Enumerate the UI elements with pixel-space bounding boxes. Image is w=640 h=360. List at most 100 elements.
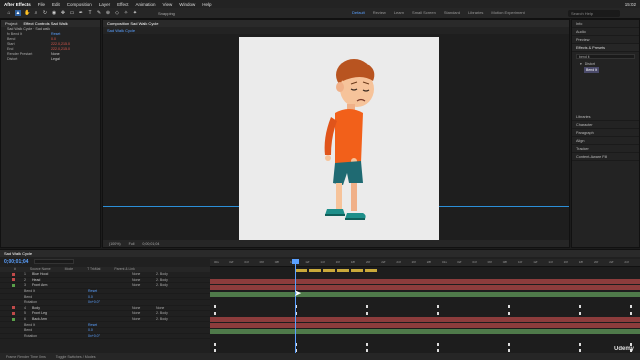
label-color-swatch[interactable] xyxy=(12,278,15,282)
home-icon[interactable]: ⌂ xyxy=(6,10,12,16)
keyframe[interactable] xyxy=(214,349,216,353)
keyframe[interactable] xyxy=(366,349,368,353)
workspace-review[interactable]: Review xyxy=(373,10,386,15)
keyframe[interactable] xyxy=(437,343,439,346)
layer-duration-bar[interactable] xyxy=(210,323,640,329)
menu-animation[interactable]: Animation xyxy=(136,2,156,7)
comp-canvas[interactable] xyxy=(239,37,439,240)
snapping-toggle[interactable]: Snapping xyxy=(158,11,175,16)
property-value[interactable]: 0.0 xyxy=(88,328,93,332)
brush-tool-icon[interactable]: ✎ xyxy=(96,10,102,16)
parent-dropdown[interactable]: 2. Body xyxy=(156,272,168,276)
comp-breadcrumb-item[interactable]: Sad Walk Cycle xyxy=(107,27,135,34)
property-value[interactable]: 0.0 xyxy=(88,295,93,299)
property-name[interactable]: Rotation xyxy=(24,334,84,338)
parent-dropdown[interactable]: None xyxy=(156,306,164,310)
rectangle-tool-icon[interactable]: ▭ xyxy=(69,10,75,16)
panel-tracker[interactable]: Tracker xyxy=(572,145,639,153)
panel-character[interactable]: Character xyxy=(572,121,639,129)
time-ruler[interactable]: 00s 02f 04f 06f 08f 10f 12f 14f 16f 18f 20f 22f 24f 2… xyxy=(210,259,640,267)
param-dropdown[interactable]: Legal xyxy=(51,57,60,62)
keyframe[interactable] xyxy=(366,305,368,309)
workspace-motion[interactable]: Motion Experiment xyxy=(491,10,524,15)
property-name[interactable]: Bend It xyxy=(24,289,84,293)
pan-behind-tool-icon[interactable]: ✥ xyxy=(60,10,66,16)
workspace-libraries[interactable]: Libraries xyxy=(468,10,483,15)
label-color-swatch[interactable] xyxy=(12,306,15,310)
panel-paragraph[interactable]: Paragraph xyxy=(572,129,639,137)
panel-effects-presets[interactable]: Effects & Presets xyxy=(572,44,639,52)
magnification-dropdown[interactable]: (100%) xyxy=(109,242,121,246)
property-name[interactable]: Bend It xyxy=(24,323,84,327)
rotate-tool-icon[interactable]: ↻ xyxy=(42,10,48,16)
marker[interactable] xyxy=(295,269,307,272)
tab-project[interactable]: Project xyxy=(5,20,17,27)
keyframe[interactable] xyxy=(437,349,439,353)
pen-tool-icon[interactable]: ✒ xyxy=(78,10,84,16)
track-area[interactable] xyxy=(210,274,640,354)
menu-composition[interactable]: Composition xyxy=(67,2,92,7)
keyframe[interactable] xyxy=(579,311,581,315)
selection-tool-icon[interactable]: ▲ xyxy=(15,10,21,16)
layer-duration-bar[interactable] xyxy=(210,279,640,284)
timeline-tracks[interactable]: 00s 02f 04f 06f 08f 10f 12f 14f 16f 18f 20f 22f 24f 2… xyxy=(210,259,640,354)
label-color-swatch[interactable] xyxy=(12,272,15,276)
layer-mode-dropdown[interactable]: None xyxy=(132,306,150,310)
label-color-swatch[interactable] xyxy=(12,283,15,287)
layer-name[interactable]: Back Arm xyxy=(32,317,92,321)
panel-info[interactable]: Info xyxy=(572,20,639,28)
keyframe[interactable] xyxy=(508,343,510,346)
label-color-swatch[interactable] xyxy=(12,311,15,315)
property-name[interactable]: Rotation xyxy=(24,300,84,304)
roto-tool-icon[interactable]: ✧ xyxy=(123,10,129,16)
puppet-tool-icon[interactable]: ✦ xyxy=(132,10,138,16)
menu-edit[interactable]: Edit xyxy=(52,2,60,7)
property-row[interactable]: Rotation 0x+0.0° xyxy=(0,334,210,340)
zoom-tool-icon[interactable]: ⌕ xyxy=(33,10,39,16)
property-name[interactable]: Bend xyxy=(24,328,84,332)
layer-duration-bar[interactable] xyxy=(210,329,640,335)
workspace-learn[interactable]: Learn xyxy=(394,10,404,15)
resolution-dropdown[interactable]: Full xyxy=(129,242,135,246)
menu-help[interactable]: Help xyxy=(202,2,211,7)
keyframe[interactable] xyxy=(579,349,581,353)
panel-preview[interactable]: Preview xyxy=(572,36,639,44)
label-color-swatch[interactable] xyxy=(12,317,15,321)
workspace-small-screen[interactable]: Small Screen xyxy=(412,10,436,15)
effects-search-input[interactable]: bend it xyxy=(576,54,635,59)
keyframe[interactable] xyxy=(579,305,581,309)
keyframe[interactable] xyxy=(508,349,510,353)
comp-timecode[interactable]: 0;00;01;04 xyxy=(142,242,159,246)
app-menu[interactable]: After Effects xyxy=(4,2,31,7)
marker[interactable] xyxy=(309,269,321,272)
property-value[interactable]: 0x+0.0° xyxy=(88,300,100,304)
panel-content-aware-fill[interactable]: Content-Aware Fill xyxy=(572,153,639,161)
keyframe[interactable] xyxy=(508,311,510,315)
keyframe[interactable] xyxy=(437,311,439,315)
hand-tool-icon[interactable]: ✋ xyxy=(24,10,30,16)
keyframe[interactable] xyxy=(366,311,368,315)
menu-window[interactable]: Window xyxy=(179,2,195,7)
marker[interactable] xyxy=(351,269,363,272)
layer-name[interactable]: Head xyxy=(32,278,92,282)
layer-duration-bar[interactable] xyxy=(210,285,640,291)
keyframe[interactable] xyxy=(508,305,510,309)
current-time[interactable]: 0;00;01;04 xyxy=(4,259,28,265)
layer-duration-bar[interactable] xyxy=(210,291,640,297)
eraser-tool-icon[interactable]: ◇ xyxy=(114,10,120,16)
layer-mode-dropdown[interactable]: None xyxy=(132,317,150,321)
layer-duration-bar[interactable] xyxy=(210,316,640,322)
workspace-default[interactable]: Default xyxy=(352,10,365,15)
keyframe[interactable] xyxy=(630,305,632,309)
layer-mode-dropdown[interactable]: None xyxy=(132,278,150,282)
keyframe[interactable] xyxy=(214,311,216,315)
effect-row-distort[interactable]: Distort Legal xyxy=(1,57,100,62)
menu-file[interactable]: File xyxy=(38,2,45,7)
toggle-switches-modes[interactable]: Toggle Switches / Modes xyxy=(56,355,96,359)
layer-search-input[interactable] xyxy=(34,259,75,264)
menu-effect[interactable]: Effect xyxy=(117,2,128,7)
menu-layer[interactable]: Layer xyxy=(99,2,110,7)
parent-dropdown[interactable]: 2. Body xyxy=(156,283,168,287)
marker[interactable] xyxy=(323,269,335,272)
tab-effect-controls[interactable]: Effect Controls Sad Walk xyxy=(23,20,67,27)
